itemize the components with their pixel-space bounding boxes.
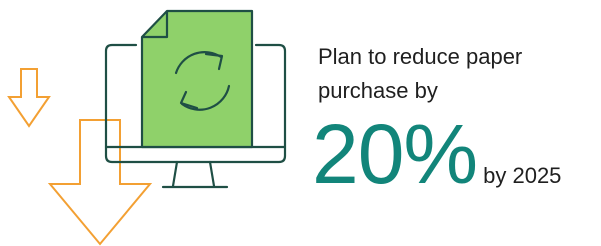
stat-suffix: by 2025 — [483, 163, 562, 188]
stat-row: 20% by 2025 — [312, 112, 561, 196]
recycle-illustration — [7, 9, 287, 246]
down-arrow-large-icon — [47, 119, 153, 246]
down-arrow-small-icon — [7, 68, 51, 128]
headline-line-1: Plan to reduce paper — [318, 44, 523, 69]
headline-line-2: purchase by — [318, 78, 438, 103]
document-icon — [140, 9, 254, 149]
headline: Plan to reduce paper purchase by — [318, 40, 598, 108]
stat-value: 20% — [312, 107, 478, 201]
